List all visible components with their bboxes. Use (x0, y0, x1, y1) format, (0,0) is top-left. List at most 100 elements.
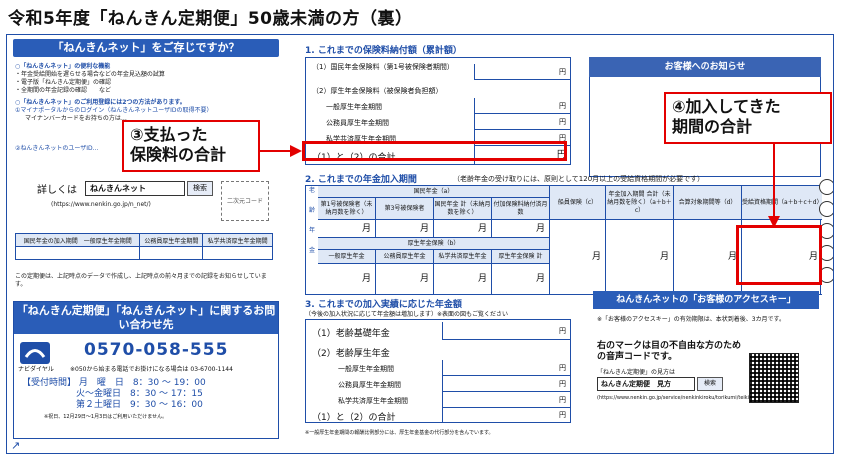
access-key-note: ※「お客様のアクセスキー」の有効期限は、本状到着後、3カ月です。 (597, 316, 785, 323)
col-header: 年金加入期間 合計（未納月数を除く）（a＋b＋c） (606, 186, 674, 220)
side-label: 年 (309, 227, 316, 234)
callout-paid-premiums: ③支払った 保険料の合計 (122, 120, 260, 172)
section-3-subtitle: （今後の加入状況に応じて年金額は増加します）※表面の図もご覧ください (305, 311, 509, 318)
hours-label: 【受付時間】 (22, 378, 77, 388)
voice-code-text: 右のマークは目の不自由な方のための音声コードです。 (597, 341, 742, 362)
left-column: 「ねんきんネット」をご存じですか？ ○「ねんきんネット」の便利な機能 ・年金受給… (7, 35, 285, 453)
search-button[interactable]: 検索 (187, 181, 213, 196)
sec1-row-value: 円 (474, 98, 570, 114)
detail-label: 詳しくは (37, 185, 77, 196)
section-2-subtitle: （老齢年金の受け取りには、原則として120月以上の受給資格期間が必要です） (453, 175, 705, 183)
sec3-row-value: 円 (442, 360, 570, 376)
sec3-row-value: 円 (442, 392, 570, 408)
callout-line: ④加入してきた (672, 97, 781, 116)
sec1-row-value: 円 (474, 114, 570, 130)
features-title: ○「ねんきんネット」の便利な機能 (15, 63, 111, 70)
col-header: 公務員厚生年金 (376, 250, 434, 264)
guide-url[interactable]: (https://www.nenkin.go.jp/service/nenkin… (597, 395, 792, 402)
arrow-head-icon (290, 145, 302, 157)
sec3-row-label: （2）老齢厚生年金 (312, 349, 390, 359)
hours-line: 火～金曜日 8：30 ～ 17：15 (76, 389, 203, 399)
sec3-row-value: 円 (442, 322, 570, 340)
guide-search-input[interactable]: ねんきん定期便 見方 (597, 377, 695, 391)
nenkin-net-header: 「ねんきんネット」をご存じですか？ (13, 39, 279, 57)
col-header: 厚生年金保険 計 (492, 250, 550, 264)
callout-line: 保険料の合計 (130, 145, 227, 164)
hours-line: 第２土曜日 9：30 ～ 16：00 (76, 400, 203, 410)
col-header: 付加保険料納付済月数 (492, 198, 550, 220)
phone-number: 0570-058-555 (84, 340, 229, 360)
sec3-row-label: （1）老齢基礎年金 (312, 329, 390, 339)
sec1-row-label: 一般厚生年金期間 (326, 103, 382, 111)
sec1-row-label: 公務員厚生年金期間 (326, 119, 389, 127)
navi-dial-icon (20, 342, 50, 364)
col-header: 私学共済厚生年金 (434, 250, 492, 264)
hours-line: 月 曜 日 8：30 ～ 19：00 (78, 378, 206, 388)
hours-block: 【受付時間】 月 曜 日 8：30 ～ 19：00 火～金曜日 8：30 ～ 1… (22, 378, 206, 411)
guide-search: ねんきん定期便 見方 検索 (597, 377, 731, 391)
sec3-row-label: 公務員厚生年金期間 (338, 381, 401, 389)
national-pension-header: 国民年金（a） (318, 186, 550, 198)
sec3-row-label: 私学共済厚生年金期間 (338, 397, 408, 405)
data-note: この定期便は、上記時点のデータで作成し、上記時点の前々月までの記録をお知らせして… (15, 273, 267, 288)
side-label: 齢 (309, 207, 316, 214)
usage-method-1-detail: マイナンバーカードをお持ちの方は… (25, 115, 127, 122)
feature-item: ・全期間の年金記録の確認 など (15, 87, 112, 94)
sec1-row-label: （2）厚生年金保険料（被保険者負担額） (312, 87, 443, 95)
sec3-total-label: （1）と（2）の合計 (312, 413, 396, 423)
punch-hole (819, 179, 833, 195)
callout-arrow (773, 144, 775, 220)
month-cell: 月 (492, 220, 550, 238)
sec3-total-value: 円 (442, 408, 570, 422)
callout-line: ③支払った (130, 125, 208, 144)
sec3-row-value: 円 (442, 376, 570, 392)
highlight-sec1-total (302, 141, 567, 161)
corner-arrow-icon: ↗ (11, 439, 21, 452)
notice-header: お客様へのお知らせ (589, 57, 821, 77)
sec1-row-label: （1）国民年金保険料（第1号被保険者期間） (312, 63, 454, 71)
feature-item: ・電子版「ねんきん定期便」の確認 (15, 79, 112, 86)
month-cell: 月 (550, 220, 606, 295)
month-cell: 月 (318, 264, 376, 295)
col-header: 合算対象期間等（d） (674, 186, 742, 220)
usage-title: ○「ねんきんネット」のご利用登録には2つの方法があります。 (15, 99, 186, 106)
section-2-title: 2. これまでの年金加入期間 (305, 175, 417, 185)
month-cell: 月 (434, 264, 492, 295)
month-cell: 月 (376, 264, 434, 295)
side-label: 老 (309, 187, 316, 194)
search-input[interactable]: ねんきんネット (85, 181, 185, 196)
contact-box: 「ねんきん定期便」「ねんきんネット」に関するお問い合わせ先 ナビダイヤル 057… (13, 301, 279, 439)
hours-note: ※祝日、12月29日～1月3日はご利用いただけません。 (44, 414, 168, 420)
voice-sub: 「ねんきん定期便」の見方は (597, 369, 676, 376)
month-cell: 月 (376, 220, 434, 238)
section-3-table: （1）老齢基礎年金 円 （2）老齢厚生年金 一般厚生年金期間 円 公務員厚生年金… (305, 319, 571, 423)
feature-item: ・年金受給開始を遅らせる場合などの年金見込額の試算 (15, 71, 165, 78)
col-header: 第1号被保険者（未納月数を除く） (318, 198, 376, 220)
detail-search: 詳しくは ねんきんネット 検索 (37, 181, 217, 201)
detail-url[interactable]: (https://www.nenkin.go.jp/n_net/) (51, 201, 151, 209)
table-cell (202, 246, 273, 260)
col-header: 第3号被保険者 (376, 198, 434, 220)
highlight-qualifying-period (736, 225, 822, 285)
month-cell: 月 (434, 220, 492, 238)
access-key-header: ねんきんネットの「お客様のアクセスキー」 (593, 291, 819, 309)
col-header: 船員保険（c） (550, 186, 606, 220)
phone-note: ※050から始まる電話でお掛けになる場合は 03-6700-1144 (70, 366, 233, 373)
month-cell: 月 (606, 220, 674, 295)
table-cell (14, 246, 141, 260)
callout-line: 期間の合計 (672, 117, 753, 136)
table-header: 公務員厚生年金期間 (139, 233, 204, 247)
month-cell: 月 (492, 264, 550, 295)
navi-label: ナビダイヤル (18, 366, 54, 373)
col-header: 国民年金 計（未納月数を除く） (434, 198, 492, 220)
table-cell (139, 246, 204, 260)
guide-search-button[interactable]: 検索 (697, 377, 723, 391)
page-title: 令和5年度「ねんきん定期便」50歳未満の方（裏） (8, 9, 413, 29)
col-header: 受給資格期間（a＋b＋c＋d） (742, 186, 823, 220)
table-header: 国民年金の加入期間 一般厚生年金期間 (14, 233, 141, 247)
punch-hole (819, 201, 833, 217)
contact-title: 「ねんきん定期便」「ねんきんネット」に関するお問い合わせ先 (14, 302, 278, 334)
section-1-title: 1. これまでの保険料納付額（累計額） (305, 46, 462, 56)
period-table: 国民年金の加入期間 一般厚生年金期間 公務員厚生年金期間 私学共済厚生年金期間 (14, 233, 273, 260)
usage-method-1: ①マイナポータルからのログイン（ねんきんネットユーザIDの取得不要） (15, 107, 213, 114)
